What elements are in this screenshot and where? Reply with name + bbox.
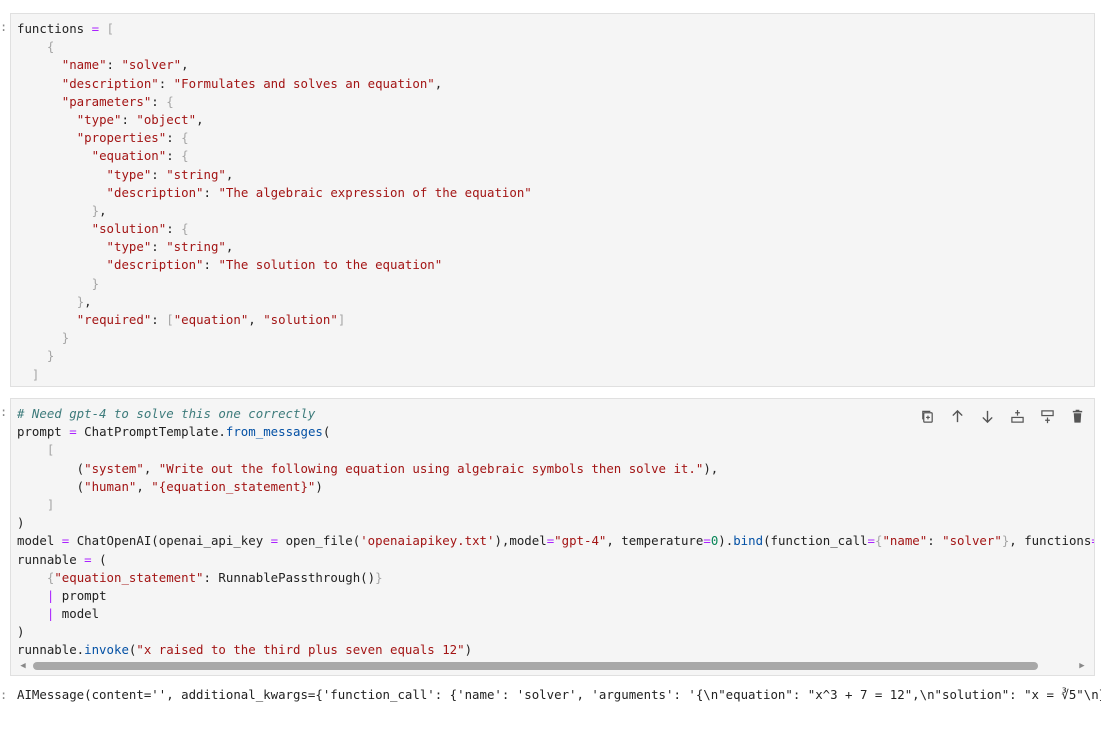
code-line: }, — [91, 202, 107, 218]
code-line: {"equation_statement": RunnablePassthrou… — [46, 569, 383, 585]
cell-output: : AIMessage(content='', additional_kwarg… — [0, 686, 1101, 740]
delete-icon[interactable] — [1066, 405, 1088, 427]
code-line: "solution": { — [91, 221, 189, 237]
insert-below-icon[interactable] — [1036, 405, 1058, 427]
scroll-right-icon[interactable]: ▶ — [1076, 660, 1088, 672]
code-line: | model — [46, 606, 100, 622]
code-line: "required": ["equation", "solution"] — [76, 312, 346, 327]
code-line: "equation": { — [91, 148, 189, 164]
code-line: | prompt — [46, 587, 107, 603]
move-down-icon[interactable] — [976, 405, 998, 427]
code-line: "description": "Formulates and solves an… — [61, 75, 443, 91]
output-prompt-indicator: : — [0, 688, 8, 702]
code-line: [ — [46, 442, 55, 458]
code-line: "properties": { — [76, 130, 189, 146]
code-line: "type": "object", — [76, 111, 204, 127]
horizontal-scrollbar[interactable]: ◀ ▶ — [17, 660, 1088, 672]
output-text: AIMessage(content='', additional_kwargs=… — [17, 687, 1101, 702]
code-line: model = ChatOpenAI(openai_api_key = open… — [17, 533, 1094, 549]
insert-above-icon[interactable] — [1006, 405, 1028, 427]
code-line: } — [91, 275, 100, 291]
code-line: "parameters": { — [61, 93, 174, 109]
code-line: "name": "solver", — [61, 57, 189, 73]
code-cell-runnable[interactable]: # Need gpt-4 to solve this one correctly… — [10, 398, 1095, 676]
code-line: "description": "The algebraic expression… — [106, 184, 532, 200]
code-line: ] — [46, 496, 55, 512]
code-line: ) — [17, 515, 25, 531]
code-editor[interactable]: # Need gpt-4 to solve this one correctly… — [17, 405, 1094, 660]
code-line: }, — [76, 293, 92, 309]
code-line: } — [61, 330, 70, 346]
code-editor[interactable]: functions = [ { "name": "solver", "descr… — [17, 20, 532, 384]
code-line: "description": "The solution to the equa… — [106, 257, 443, 273]
cell-prompt-indicator: : — [0, 20, 8, 34]
code-line: ("human", "{equation_statement}") — [17, 478, 323, 494]
code-line: } — [46, 348, 55, 364]
copy-icon[interactable] — [916, 405, 938, 427]
code-line: "type": "string", — [106, 239, 234, 255]
code-line: runnable = ( — [17, 551, 107, 567]
cell-toolbar — [916, 405, 1088, 427]
scrollbar-track[interactable] — [29, 662, 1076, 670]
cell-prompt-indicator: : — [0, 405, 8, 419]
scrollbar-thumb[interactable] — [33, 662, 1039, 670]
code-line: functions = [ — [17, 21, 115, 36]
code-line: ) — [17, 624, 25, 640]
scroll-left-icon[interactable]: ◀ — [17, 660, 29, 672]
code-line: ("system", "Write out the following equa… — [17, 460, 719, 476]
code-line: ] — [31, 366, 40, 382]
code-line: runnable.invoke("x raised to the third p… — [17, 642, 473, 658]
code-line: "type": "string", — [106, 166, 234, 182]
code-line: { — [46, 39, 55, 55]
move-up-icon[interactable] — [946, 405, 968, 427]
code-cell-functions[interactable]: functions = [ { "name": "solver", "descr… — [10, 13, 1095, 387]
